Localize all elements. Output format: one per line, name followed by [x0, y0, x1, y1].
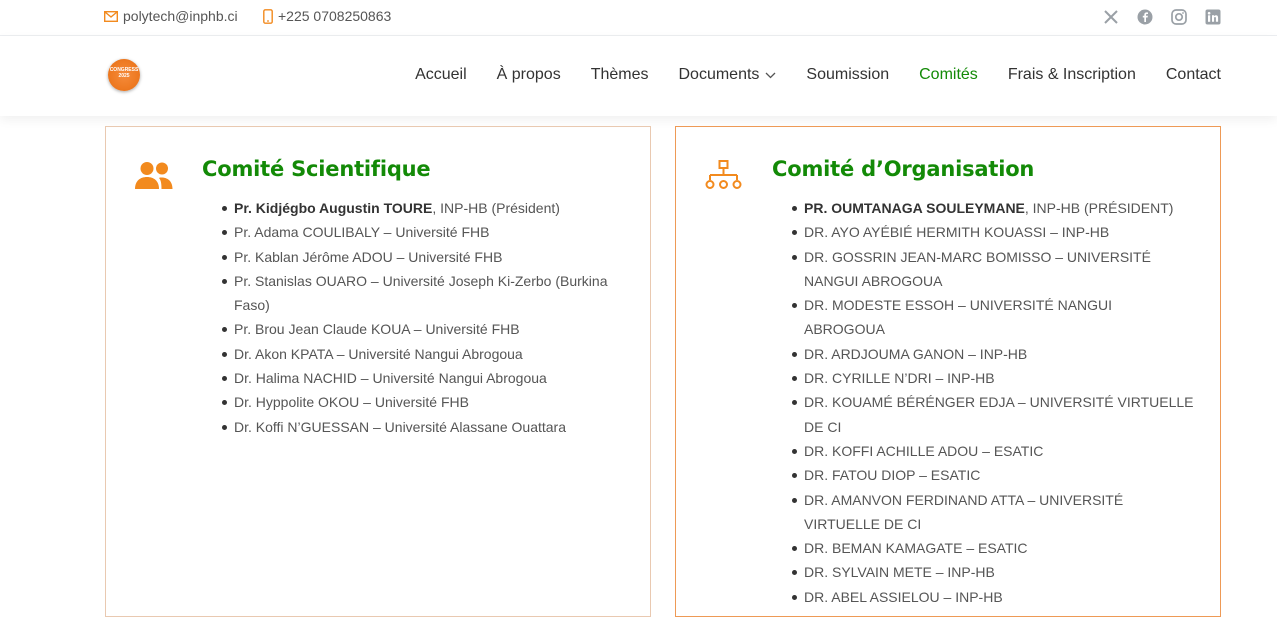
member-text: Pr. Adama COULIBALY – Université FHB — [234, 224, 490, 241]
organisation-committee-card: Comité d’Organisation Pr. Oumtanaga Soul… — [675, 126, 1221, 617]
member-item: Pr. Oumtanaga Souleymane, INP-HB (Présid… — [792, 196, 1194, 220]
linkedin-icon[interactable] — [1205, 9, 1221, 25]
member-text: Dr. Ardjouma Ganon – INP-HB — [804, 345, 1028, 362]
member-item: Dr. Kouamé Bérénger Edja – Université Vi… — [792, 390, 1194, 439]
scientific-committee-card: Comité Scientifique Pr. Kidjégbo Augusti… — [105, 126, 651, 617]
member-item: Dr. Koffi Achille Adou – ESATIC — [792, 439, 1194, 463]
email-text: polytech@inphb.ci — [123, 8, 238, 24]
member-text: Dr. Halima NACHID – Université Nangui Ab… — [234, 370, 547, 387]
member-item: Dr. Ardjouma Ganon – INP-HB — [792, 342, 1194, 366]
member-name-strong: Pr. Kidjégbo Augustin TOURE — [234, 200, 433, 216]
scientific-members-list: Pr. Kidjégbo Augustin TOURE, INP-HB (Pré… — [215, 196, 614, 439]
member-text: Dr. Modeste Essoh – Université Nangui Ab… — [804, 297, 1113, 338]
nav-comites[interactable]: Comités — [919, 66, 978, 84]
member-text: Dr. Fatou Diop – ESATIC — [804, 467, 981, 484]
member-item: Dr. Halima NACHID – Université Nangui Ab… — [222, 366, 614, 390]
phone-icon — [263, 8, 273, 24]
member-text: Dr. Abel Assielou – INP-HB — [804, 588, 1003, 605]
nav-soumission[interactable]: Soumission — [806, 66, 889, 84]
member-text: Dr. Ayo Ayébié Hermith Kouassi – INP-HB — [804, 224, 1110, 241]
main-navbar: CONGRESS 2025 Accueil À propos Thèmes Do… — [0, 36, 1277, 116]
nav-contact[interactable]: Contact — [1166, 66, 1221, 84]
member-text: Dr. Koffi Achille Adou – ESATIC — [804, 442, 1044, 459]
logo[interactable]: CONGRESS 2025 — [108, 59, 140, 91]
phone-contact[interactable]: +225 0708250863 — [263, 8, 391, 24]
nav-frais-inscription[interactable]: Frais & Inscription — [1008, 66, 1136, 84]
social-links — [1103, 9, 1221, 25]
nav-themes[interactable]: Thèmes — [591, 66, 649, 84]
envelope-icon — [104, 10, 118, 22]
member-item: Pr. Brou Jean Claude KOUA – Université F… — [222, 317, 614, 341]
member-item: Pr. Adama COULIBALY – Université FHB — [222, 220, 614, 244]
phone-text: +225 0708250863 — [278, 8, 392, 24]
member-text: , INP-HB (Président) — [432, 200, 560, 216]
member-text: Dr. Sylvain Mete – INP-HB — [804, 564, 995, 581]
member-item: Dr. Abel Assielou – INP-HB — [792, 585, 1194, 609]
member-text: , INP-HB (Président) — [1024, 200, 1174, 216]
nav-a-propos[interactable]: À propos — [497, 66, 561, 84]
member-text: Pr. Brou Jean Claude KOUA – Université F… — [234, 321, 520, 338]
member-item: Pr. Stanislas OUARO – Université Joseph … — [222, 269, 614, 318]
nav-accueil[interactable]: Accueil — [415, 66, 467, 84]
member-text: Pr. Kablan Jérôme ADOU – Université FHB — [234, 248, 503, 265]
member-text: Dr. Akon KPATA – Université Nangui Abrog… — [234, 345, 523, 362]
facebook-icon[interactable] — [1137, 9, 1153, 25]
instagram-icon[interactable] — [1171, 9, 1187, 25]
member-text: Dr. Kouamé Bérénger Edja – Université Vi… — [804, 394, 1194, 435]
member-item: Dr. Ayo Ayébié Hermith Kouassi – INP-HB — [792, 220, 1194, 244]
member-name-strong: Pr. Oumtanaga Souleymane — [804, 200, 1025, 216]
top-bar: polytech@inphb.ci +225 0708250863 — [0, 0, 1277, 36]
chevron-down-icon — [765, 72, 776, 78]
nav-documents-label: Documents — [678, 66, 760, 83]
member-item: Dr. Koffi N’GUESSAN – Université Alassan… — [222, 415, 614, 439]
users-icon — [135, 162, 173, 189]
main-menu: Accueil À propos Thèmes Documents Soumis… — [415, 66, 1221, 84]
member-item: Dr. Fatou Diop – ESATIC — [792, 463, 1194, 487]
member-text: Dr. Beman Kamagate – ESATIC — [804, 540, 1028, 557]
member-item: Pr. Kidjégbo Augustin TOURE, INP-HB (Pré… — [222, 196, 614, 220]
member-text: Dr. Hyppolite OKOU – Université FHB — [234, 394, 469, 411]
member-item: Dr. Akon KPATA – Université Nangui Abrog… — [222, 342, 614, 366]
member-item: Dr. Gossrin Jean-Marc Bomisso – Universi… — [792, 245, 1194, 294]
member-text: Pr. Stanislas OUARO – Université Joseph … — [234, 272, 608, 314]
member-text: Dr. Gossrin Jean-Marc Bomisso – Universi… — [804, 248, 1151, 289]
organisation-committee-title: Comité d’Organisation — [772, 157, 1035, 181]
member-item: Dr. Cyrille N’Dri – INP-HB — [792, 366, 1194, 390]
organisation-members-list: Pr. Oumtanaga Souleymane, INP-HB (Présid… — [785, 196, 1194, 609]
member-item: Dr. Amanvon Ferdinand Atta – Université … — [792, 488, 1194, 537]
nav-documents[interactable]: Documents — [679, 66, 777, 84]
member-item: Dr. Sylvain Mete – INP-HB — [792, 560, 1194, 584]
logo-text: CONGRESS 2025 — [109, 67, 139, 79]
member-item: Dr. Hyppolite OKOU – Université FHB — [222, 390, 614, 414]
member-text: Dr. Cyrille N’Dri – INP-HB — [804, 370, 995, 387]
scientific-committee-title: Comité Scientifique — [202, 157, 431, 181]
member-text: Dr. Amanvon Ferdinand Atta – Université … — [804, 491, 1124, 532]
member-item: Dr. Beman Kamagate – ESATIC — [792, 536, 1194, 560]
member-text: Dr. Koffi N’GUESSAN – Université Alassan… — [234, 418, 566, 435]
member-item: Pr. Kablan Jérôme ADOU – Université FHB — [222, 245, 614, 269]
email-contact[interactable]: polytech@inphb.ci — [104, 8, 238, 24]
member-item: Dr. Modeste Essoh – Université Nangui Ab… — [792, 293, 1194, 342]
x-icon[interactable] — [1103, 9, 1119, 25]
org-chart-icon — [705, 160, 742, 189]
